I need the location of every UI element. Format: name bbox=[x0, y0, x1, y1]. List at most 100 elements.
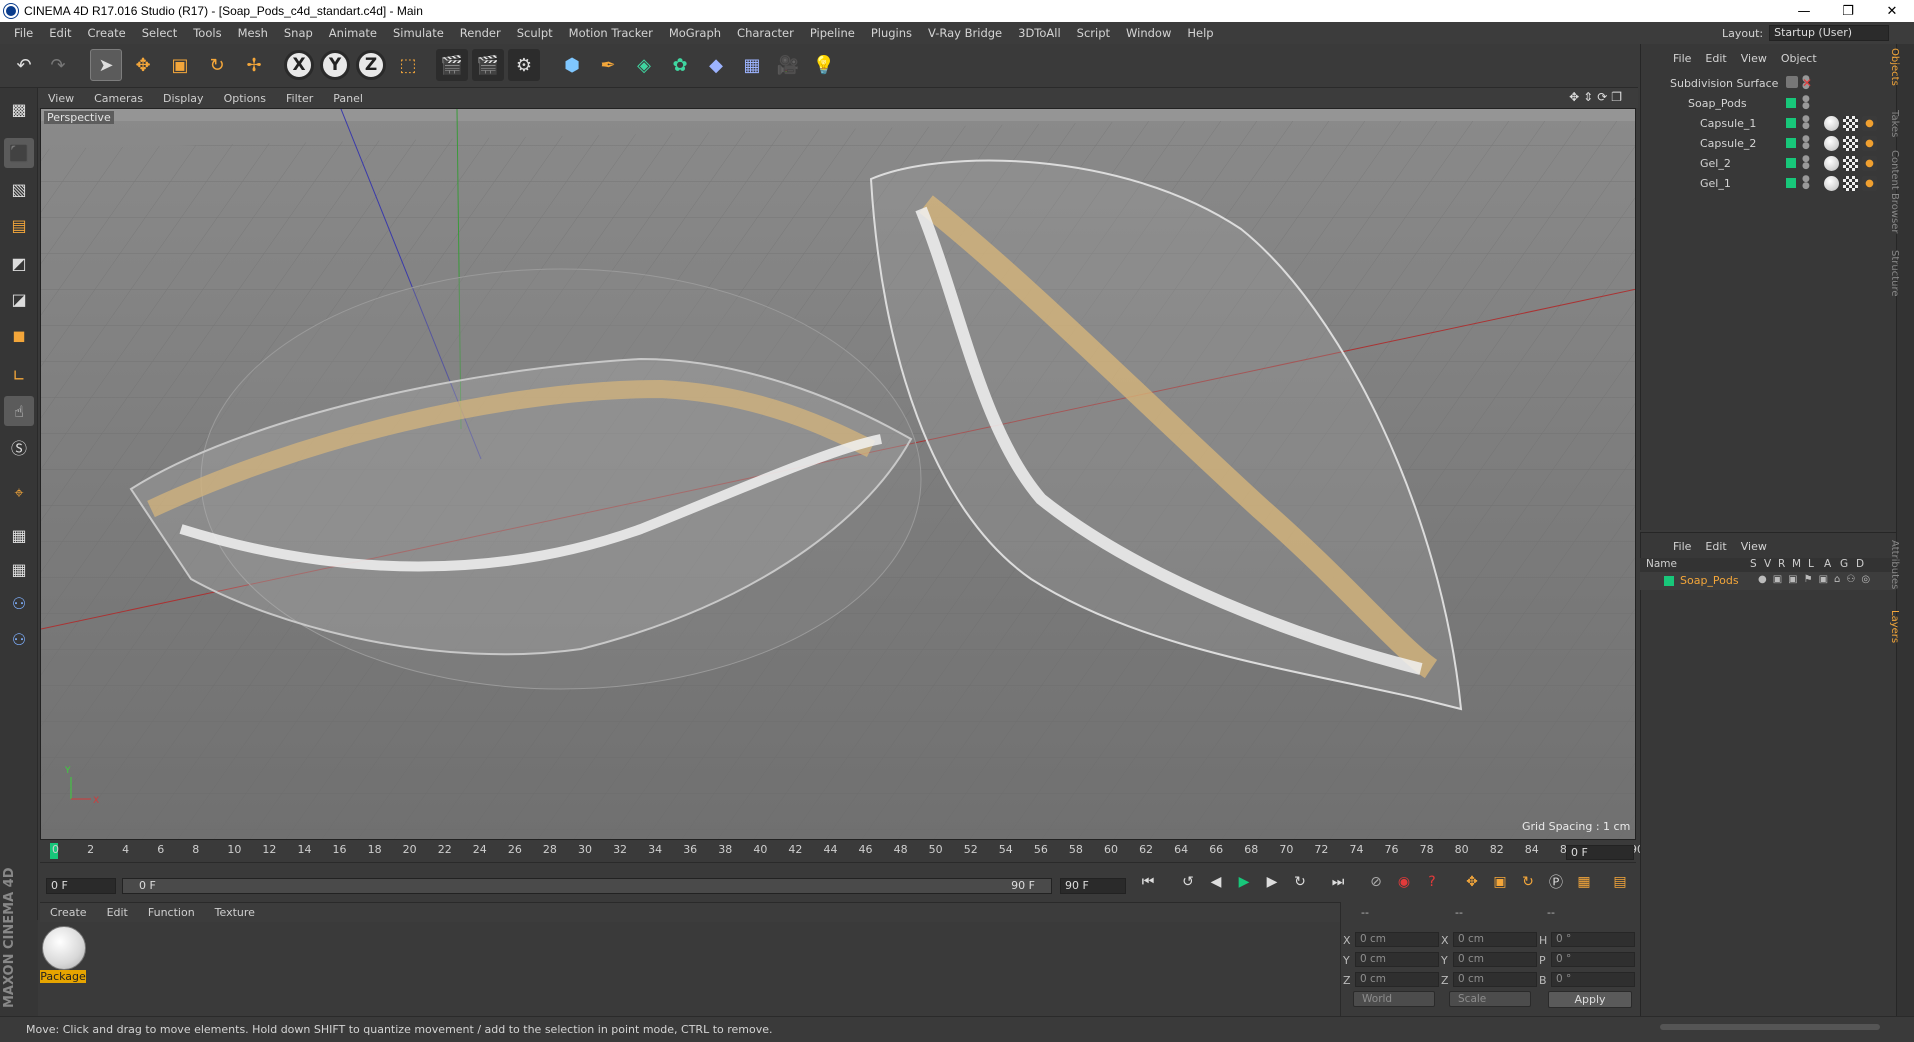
visibility-toggle-icon[interactable] bbox=[1786, 178, 1796, 188]
record-rotation-icon[interactable]: ↻ bbox=[1516, 870, 1540, 894]
size-mode-dropdown[interactable]: Scale bbox=[1449, 991, 1531, 1007]
deformer-icon[interactable]: ◆ bbox=[700, 49, 732, 81]
side-tab-layers[interactable]: Layers bbox=[1889, 610, 1900, 643]
side-tab-structure[interactable]: Structure bbox=[1889, 250, 1900, 297]
snapping-icon[interactable]: ⌖ bbox=[4, 478, 34, 508]
size-z-field[interactable]: 0 cm bbox=[1453, 972, 1537, 987]
coordinate-system-icon[interactable]: ⬚ bbox=[392, 49, 424, 81]
make-editable-icon[interactable]: ▩ bbox=[4, 94, 34, 124]
maximize-button[interactable]: ❐ bbox=[1826, 4, 1870, 19]
menu-create[interactable]: Create bbox=[80, 26, 134, 40]
disable-x-icon[interactable]: ✕ bbox=[1802, 76, 1812, 90]
apply-button[interactable]: Apply bbox=[1548, 991, 1632, 1008]
material-menu-edit[interactable]: Edit bbox=[97, 906, 138, 919]
texture-tag-icon[interactable] bbox=[1843, 136, 1858, 151]
menu-character[interactable]: Character bbox=[729, 26, 802, 40]
close-button[interactable]: ✕ bbox=[1870, 4, 1914, 19]
edges-mode-icon[interactable]: ◪ bbox=[4, 284, 34, 314]
previous-key-icon[interactable]: ↺ bbox=[1176, 870, 1200, 894]
menu-vray-bridge[interactable]: V-Ray Bridge bbox=[920, 26, 1010, 40]
menu-simulate[interactable]: Simulate bbox=[385, 26, 452, 40]
render-view-icon[interactable]: 🎬 bbox=[436, 49, 468, 81]
menu-pipeline[interactable]: Pipeline bbox=[802, 26, 863, 40]
autokeying-icon[interactable]: ◉ bbox=[1392, 870, 1416, 894]
keyframe-selection-icon[interactable]: ? bbox=[1420, 870, 1444, 894]
render-editor-dots-icon[interactable]: ● ● bbox=[1802, 135, 1810, 151]
record-position-icon[interactable]: ✥ bbox=[1460, 870, 1484, 894]
grid-snap-icon[interactable]: ▦ bbox=[4, 554, 34, 584]
model-mode-icon[interactable]: ⬛ bbox=[4, 138, 34, 168]
go-to-start-icon[interactable]: ⏮ bbox=[1136, 870, 1160, 894]
pos-x-field[interactable]: 0 cm bbox=[1355, 932, 1439, 947]
move-tool-icon[interactable]: ✥ bbox=[127, 49, 159, 81]
cloner-icon[interactable]: ✿ bbox=[664, 49, 696, 81]
menu-plugins[interactable]: Plugins bbox=[863, 26, 920, 40]
rot-b-field[interactable]: 0 ° bbox=[1551, 972, 1635, 987]
previous-frame-icon[interactable]: ◀ bbox=[1204, 870, 1228, 894]
layer-menu-edit[interactable]: Edit bbox=[1698, 540, 1733, 553]
coordinate-mode-dropdown[interactable]: World bbox=[1353, 991, 1435, 1007]
go-to-end-icon[interactable]: ⏭ bbox=[1326, 870, 1350, 894]
floor-object-icon[interactable]: ▦ bbox=[736, 49, 768, 81]
scale-tool-icon[interactable]: ▣ bbox=[164, 49, 196, 81]
y-axis-lock-icon[interactable]: Y bbox=[320, 50, 350, 80]
menu-motion-tracker[interactable]: Motion Tracker bbox=[561, 26, 661, 40]
layer-menu-view[interactable]: View bbox=[1734, 540, 1774, 553]
object-menu-object[interactable]: Object bbox=[1774, 52, 1824, 65]
enable-check-icon[interactable] bbox=[1786, 76, 1798, 88]
workplane-lock-icon[interactable]: ▦ bbox=[4, 520, 34, 550]
side-tab-takes[interactable]: Takes bbox=[1889, 110, 1900, 137]
render-editor-dots-icon[interactable]: ● ● bbox=[1802, 115, 1810, 131]
record-point-level-icon[interactable]: ▦ bbox=[1572, 870, 1596, 894]
render-editor-dots-icon[interactable]: ● ● bbox=[1802, 175, 1810, 191]
minimize-button[interactable]: — bbox=[1782, 4, 1826, 19]
light-icon[interactable]: 💡 bbox=[808, 49, 840, 81]
x-axis-lock-icon[interactable]: X bbox=[284, 50, 314, 80]
side-tab-attributes[interactable]: Attributes bbox=[1889, 540, 1900, 589]
current-frame-field[interactable]: 0 F bbox=[1566, 845, 1634, 860]
material-tag-icon[interactable] bbox=[1824, 176, 1839, 191]
viewport-menu-view[interactable]: View bbox=[38, 92, 84, 105]
visibility-toggle-icon[interactable] bbox=[1786, 118, 1796, 128]
layer-row-soap-pods[interactable]: Soap_Pods ●▣▣⚑▣⌂⚇◎ bbox=[1640, 572, 1896, 590]
material-menu-create[interactable]: Create bbox=[40, 906, 97, 919]
object-row-capsule-2[interactable]: Capsule_2 ● ● ● bbox=[1640, 134, 1896, 153]
object-menu-edit[interactable]: Edit bbox=[1698, 52, 1733, 65]
undo-icon[interactable]: ↶ bbox=[8, 49, 40, 81]
layer-toggle-icons[interactable]: ●▣▣⚑▣⌂⚇◎ bbox=[1758, 574, 1876, 585]
polygons-mode-icon[interactable]: ◼ bbox=[4, 320, 34, 350]
next-frame-icon[interactable]: ▶ bbox=[1260, 870, 1284, 894]
material-tag-icon[interactable] bbox=[1824, 136, 1839, 151]
texture-tag-icon[interactable] bbox=[1843, 176, 1858, 191]
texture-mode-icon[interactable]: ▧ bbox=[4, 174, 34, 204]
phong-tag-icon[interactable]: ● bbox=[1862, 116, 1877, 131]
axis-mode-icon[interactable]: ∟ bbox=[4, 360, 34, 390]
viewport-menu-cameras[interactable]: Cameras bbox=[84, 92, 153, 105]
record-scale-icon[interactable]: ▣ bbox=[1488, 870, 1512, 894]
points-mode-icon[interactable]: ◩ bbox=[4, 248, 34, 278]
pos-y-field[interactable]: 0 cm bbox=[1355, 952, 1439, 967]
menu-window[interactable]: Window bbox=[1118, 26, 1179, 40]
menu-tools[interactable]: Tools bbox=[185, 26, 229, 40]
menu-mograph[interactable]: MoGraph bbox=[661, 26, 729, 40]
texture-tag-icon[interactable] bbox=[1843, 116, 1858, 131]
python-script-icon[interactable]: ⚇ bbox=[4, 588, 34, 618]
material-swatch[interactable] bbox=[42, 926, 86, 970]
rotate-tool-icon[interactable]: ↻ bbox=[201, 49, 233, 81]
record-parameter-icon[interactable]: Ⓟ bbox=[1544, 870, 1568, 894]
render-to-picture-viewer-icon[interactable]: 🎬 bbox=[472, 49, 504, 81]
texture-tag-icon[interactable] bbox=[1843, 156, 1858, 171]
visibility-toggle-icon[interactable] bbox=[1786, 98, 1796, 108]
start-frame-field[interactable]: 0 F bbox=[46, 878, 116, 894]
side-tab-content-browser[interactable]: Content Browser bbox=[1889, 150, 1900, 233]
layer-color-swatch[interactable] bbox=[1664, 576, 1674, 586]
menu-help[interactable]: Help bbox=[1179, 26, 1221, 40]
size-x-field[interactable]: 0 cm bbox=[1453, 932, 1537, 947]
live-selection-icon[interactable]: ➤ bbox=[90, 49, 122, 81]
cube-object-icon[interactable]: ⬢ bbox=[556, 49, 588, 81]
spline-pen-icon[interactable]: ✒ bbox=[592, 49, 624, 81]
record-active-objects-icon[interactable]: ⊘ bbox=[1364, 870, 1388, 894]
menu-render[interactable]: Render bbox=[452, 26, 509, 40]
material-tag-icon[interactable] bbox=[1824, 156, 1839, 171]
viewport-menu-panel[interactable]: Panel bbox=[323, 92, 373, 105]
